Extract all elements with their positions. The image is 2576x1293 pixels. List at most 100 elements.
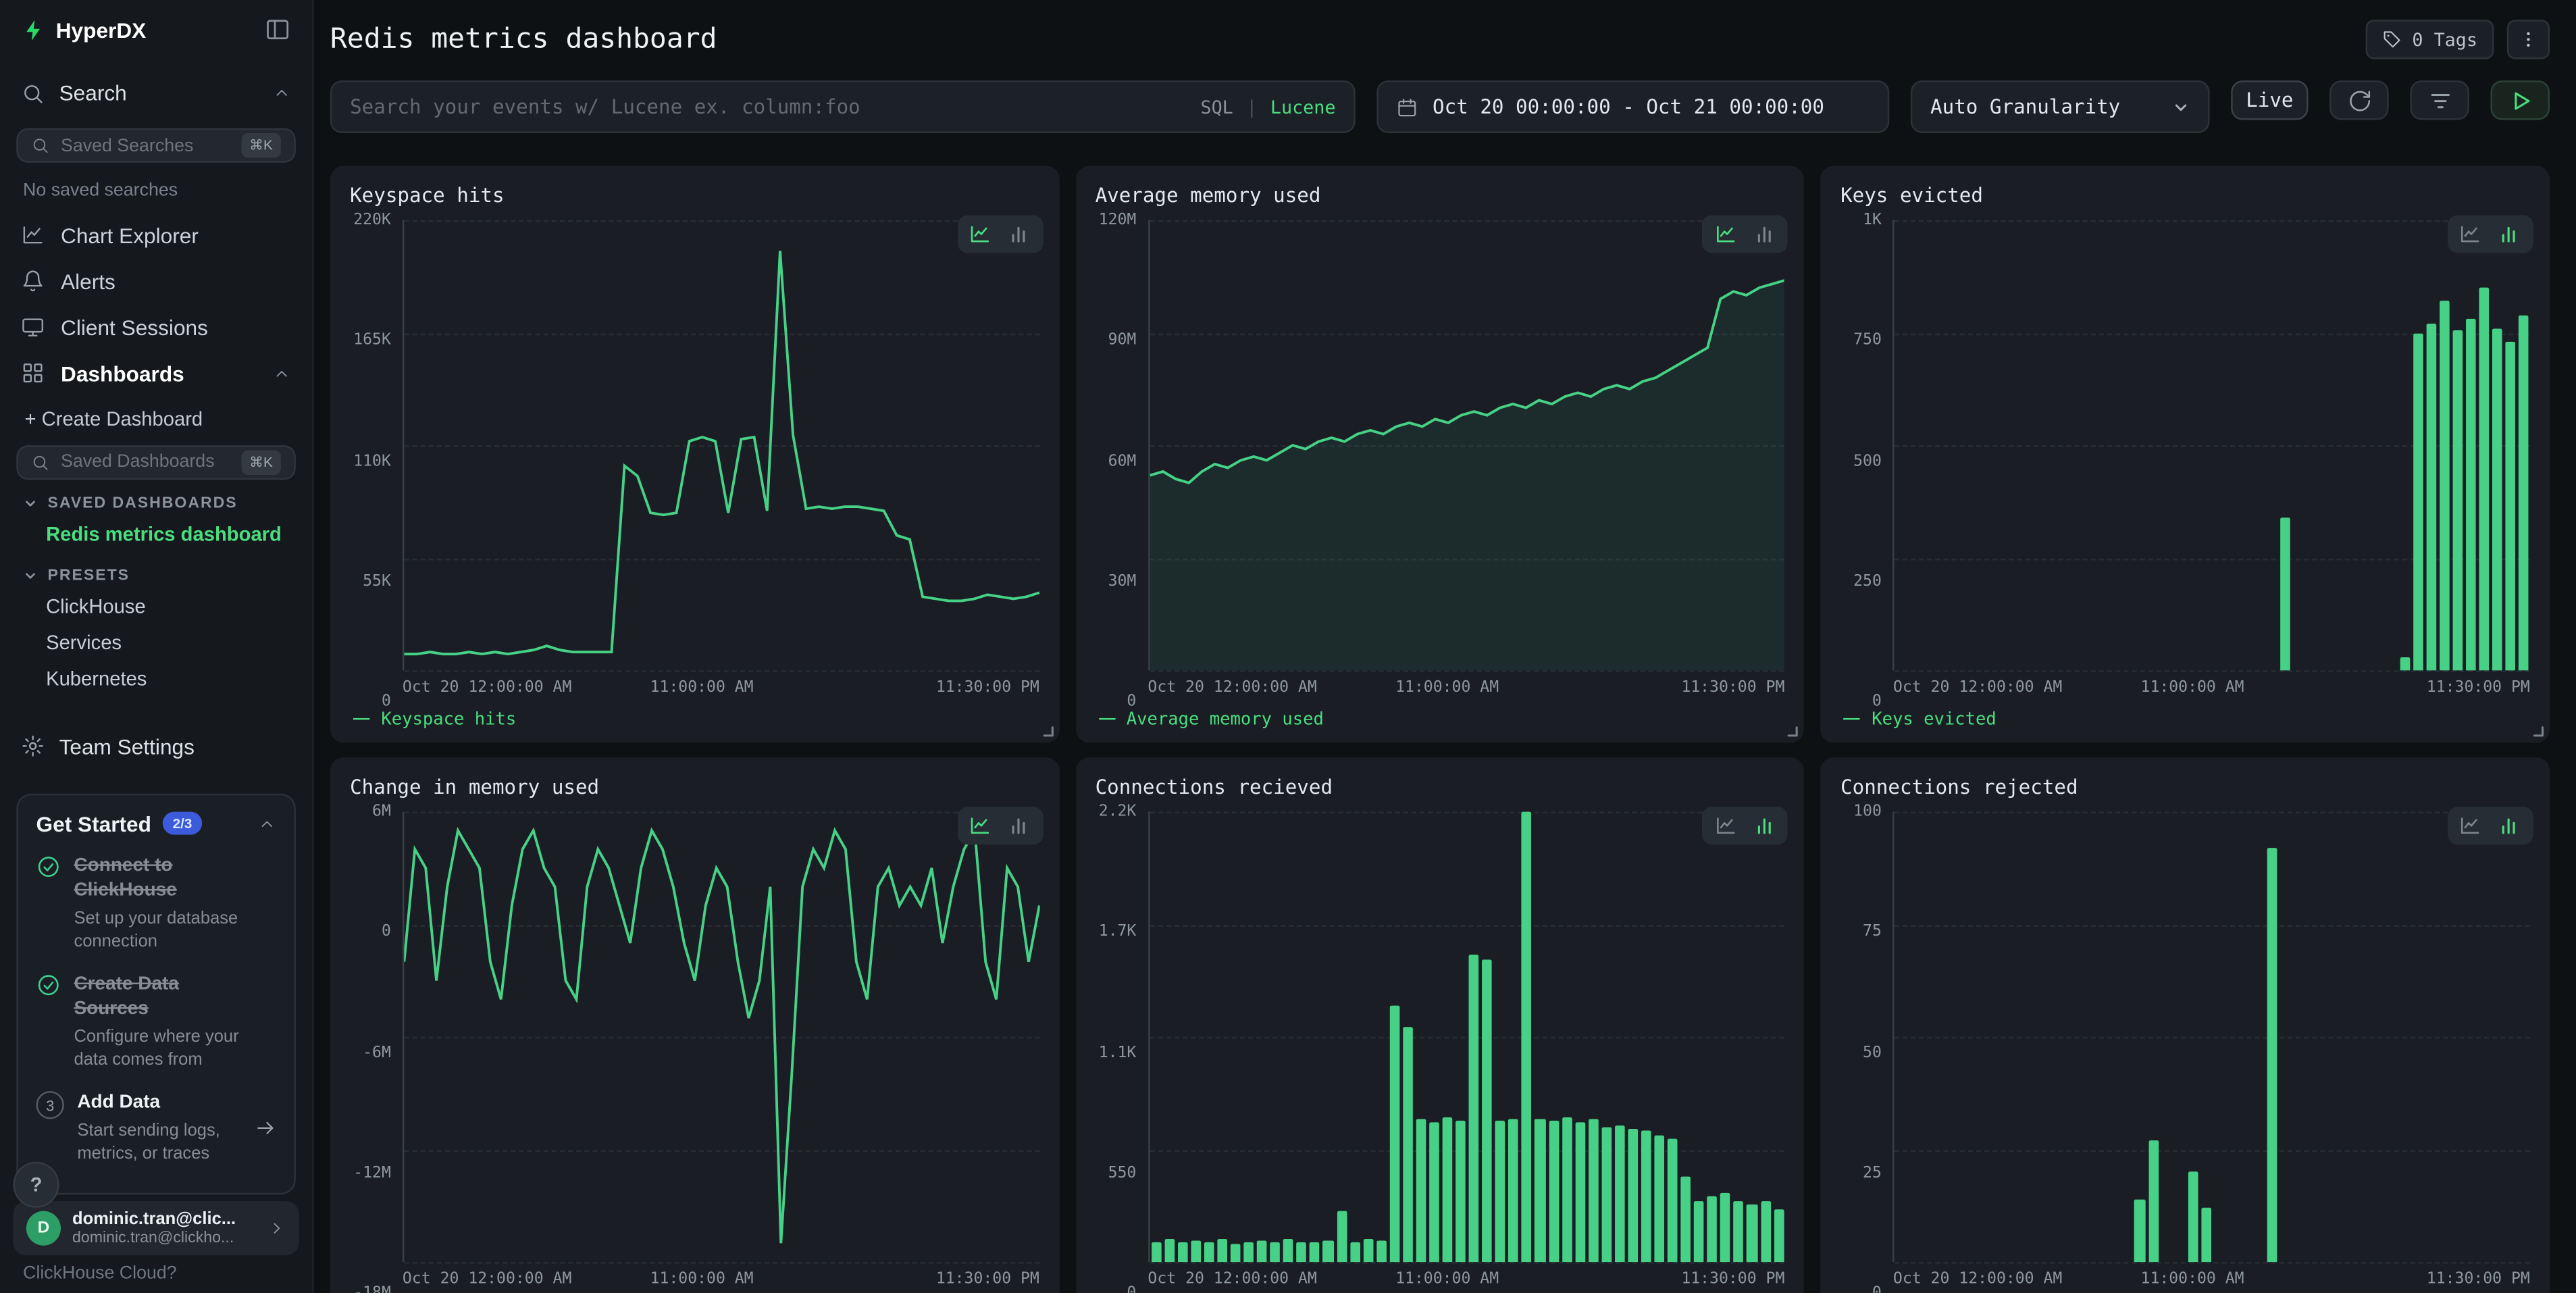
create-dashboard-button[interactable]: + Create Dashboard — [0, 396, 312, 434]
main-content: Redis metrics dashboard 0 Tags Search yo… — [314, 0, 2576, 1293]
search-icon — [31, 136, 49, 155]
sidebar-item-team-settings[interactable]: Team Settings — [0, 723, 312, 771]
resize-handle-icon[interactable] — [1784, 723, 1799, 738]
dashboards-grid-icon — [22, 361, 45, 384]
screen: HyperDX Search Saved Searches ⌘K No save… — [0, 0, 2576, 1293]
saved-dashboards-input[interactable]: Saved Dashboards ⌘K — [16, 445, 296, 480]
sidebar-item-client-sessions[interactable]: Client Sessions — [0, 304, 312, 350]
resize-handle-icon[interactable] — [2530, 723, 2545, 738]
sidebar-item-redis-dashboard[interactable]: Redis metrics dashboard — [0, 515, 312, 552]
help-button[interactable]: ? — [13, 1162, 59, 1208]
bell-icon — [22, 270, 45, 293]
chevron-up-icon[interactable] — [273, 84, 291, 103]
sidebar-item-preset-clickhouse[interactable]: ClickHouse — [0, 588, 312, 624]
monitor-icon — [22, 315, 45, 338]
line-chart-icon[interactable] — [2453, 220, 2490, 248]
tags-button[interactable]: 0 Tags — [2366, 20, 2494, 59]
more-options-button[interactable] — [2507, 20, 2550, 59]
chart-plot: 1K7505002500Oct 20 12:00:00 AM11:00:00 A… — [1840, 220, 2530, 702]
y-axis-label: 110K — [353, 452, 391, 470]
chevron-up-icon[interactable] — [273, 364, 291, 382]
get-started-step-add-data[interactable]: 3 Add Data Start sending logs, metrics, … — [36, 1092, 276, 1166]
get-started-card: Get Started 2/3 Connect to ClickHouse Se… — [16, 794, 296, 1194]
y-axis-label: 0 — [1127, 1284, 1136, 1293]
sql-mode-toggle[interactable]: SQL — [1200, 96, 1233, 118]
filter-button[interactable] — [2410, 80, 2469, 120]
user-email: dominic.tran@clickho... — [72, 1228, 236, 1246]
line-series — [404, 220, 1039, 670]
sidebar-item-dashboards[interactable]: Dashboards — [0, 350, 312, 396]
page-title: Redis metrics dashboard — [330, 23, 717, 56]
get-started-step-sources[interactable]: Create Data Sources Configure where your… — [36, 973, 276, 1071]
y-axis-label: 1.1K — [1099, 1044, 1137, 1062]
resize-handle-icon[interactable] — [1039, 723, 1054, 738]
date-range-input[interactable]: Oct 20 00:00:00 - Oct 21 00:00:00 — [1376, 80, 1889, 133]
saved-dashboards-section-header[interactable]: SAVED DASHBOARDS — [0, 480, 312, 516]
refresh-button[interactable] — [2329, 80, 2389, 120]
chart-card: Change in memory used6M0-6M-12M-18MOct 2… — [330, 757, 1059, 1293]
get-started-step-connect[interactable]: Connect to ClickHouse Set up your databa… — [36, 855, 276, 953]
calendar-icon — [1397, 96, 1418, 118]
line-series — [1150, 220, 1785, 670]
app-window: HyperDX Search Saved Searches ⌘K No save… — [0, 0, 2576, 1293]
sidebar-item-chart-explorer[interactable]: Chart Explorer — [0, 212, 312, 258]
sidebar-item-preset-kubernetes[interactable]: Kubernetes — [0, 661, 312, 697]
presets-section-header[interactable]: PRESETS — [0, 552, 312, 588]
line-chart-icon[interactable] — [1707, 812, 1744, 840]
chart-type-toggle — [1703, 216, 1788, 253]
bar-chart-icon[interactable] — [1002, 812, 1038, 840]
y-axis-label: 750 — [1853, 332, 1882, 350]
x-axis-label: 11:00:00 AM — [2141, 679, 2244, 697]
y-axis-label: 0 — [1872, 1284, 1882, 1293]
chart-card: Average memory used120M90M60M30M0Oct 20 … — [1075, 166, 1804, 743]
granularity-select[interactable]: Auto Granularity — [1911, 80, 2210, 133]
chevron-up-icon[interactable] — [258, 815, 276, 833]
bar-chart-icon[interactable] — [2492, 812, 2529, 840]
line-series — [404, 812, 1039, 1262]
line-chart-icon[interactable] — [2453, 812, 2490, 840]
y-axis-label: 1.7K — [1099, 923, 1137, 941]
user-menu[interactable]: D dominic.tran@clic... dominic.tran@clic… — [13, 1200, 299, 1254]
y-axis: 220K165K110K55K0 — [350, 220, 403, 702]
line-chart-icon[interactable] — [1707, 220, 1744, 248]
chart-type-toggle — [2448, 216, 2533, 253]
x-axis: Oct 20 12:00:00 AM11:00:00 AM11:30:00 PM — [1148, 1269, 1784, 1293]
sidebar-item-preset-services[interactable]: Services — [0, 624, 312, 661]
bar-chart-icon[interactable] — [1747, 812, 1783, 840]
avatar: D — [26, 1211, 61, 1245]
y-axis: 6M0-6M-12M-18M — [350, 812, 403, 1293]
run-query-button[interactable] — [2491, 80, 2550, 120]
sidebar-item-alerts[interactable]: Alerts — [0, 258, 312, 304]
y-axis-label: 120M — [1099, 211, 1137, 230]
y-axis-label: 100 — [1853, 803, 1882, 821]
collapse-sidebar-icon[interactable] — [265, 17, 291, 43]
y-axis-label: 60M — [1108, 452, 1137, 470]
x-axis-label: 11:30:00 PM — [2427, 1270, 2530, 1288]
x-axis-label: 11:00:00 AM — [1395, 679, 1499, 697]
chevron-down-icon — [23, 496, 38, 511]
saved-searches-input[interactable]: Saved Searches ⌘K — [16, 128, 296, 163]
bar-chart-icon[interactable] — [1002, 220, 1038, 248]
get-started-header[interactable]: Get Started 2/3 — [36, 811, 276, 836]
refresh-icon — [2347, 88, 2371, 112]
sidebar: HyperDX Search Saved Searches ⌘K No save… — [0, 0, 314, 1293]
sidebar-item-search[interactable]: Search — [0, 70, 312, 118]
line-chart-icon[interactable] — [962, 812, 999, 840]
x-axis-label: 11:00:00 AM — [650, 1270, 754, 1288]
live-button[interactable]: Live — [2231, 80, 2308, 120]
app-logo[interactable]: HyperDX — [22, 18, 147, 42]
lucene-mode-toggle[interactable]: Lucene — [1270, 96, 1336, 118]
bar-chart-icon[interactable] — [2492, 220, 2529, 248]
dots-vertical-icon — [2519, 30, 2538, 49]
x-axis-label: Oct 20 12:00:00 AM — [1148, 1270, 1316, 1288]
chart-title: Connections rejected — [1840, 776, 2530, 798]
y-axis-label: 55K — [363, 572, 391, 590]
x-axis-label: 11:30:00 PM — [2427, 679, 2530, 697]
y-axis-label: 250 — [1853, 572, 1882, 590]
x-axis-label: Oct 20 12:00:00 AM — [1148, 679, 1316, 697]
bar-chart-icon[interactable] — [1747, 220, 1783, 248]
y-axis-label: 220K — [353, 211, 391, 230]
event-search-input[interactable]: Search your events w/ Lucene ex. column:… — [330, 80, 1356, 133]
chart-explorer-icon — [22, 224, 45, 247]
line-chart-icon[interactable] — [962, 220, 999, 248]
